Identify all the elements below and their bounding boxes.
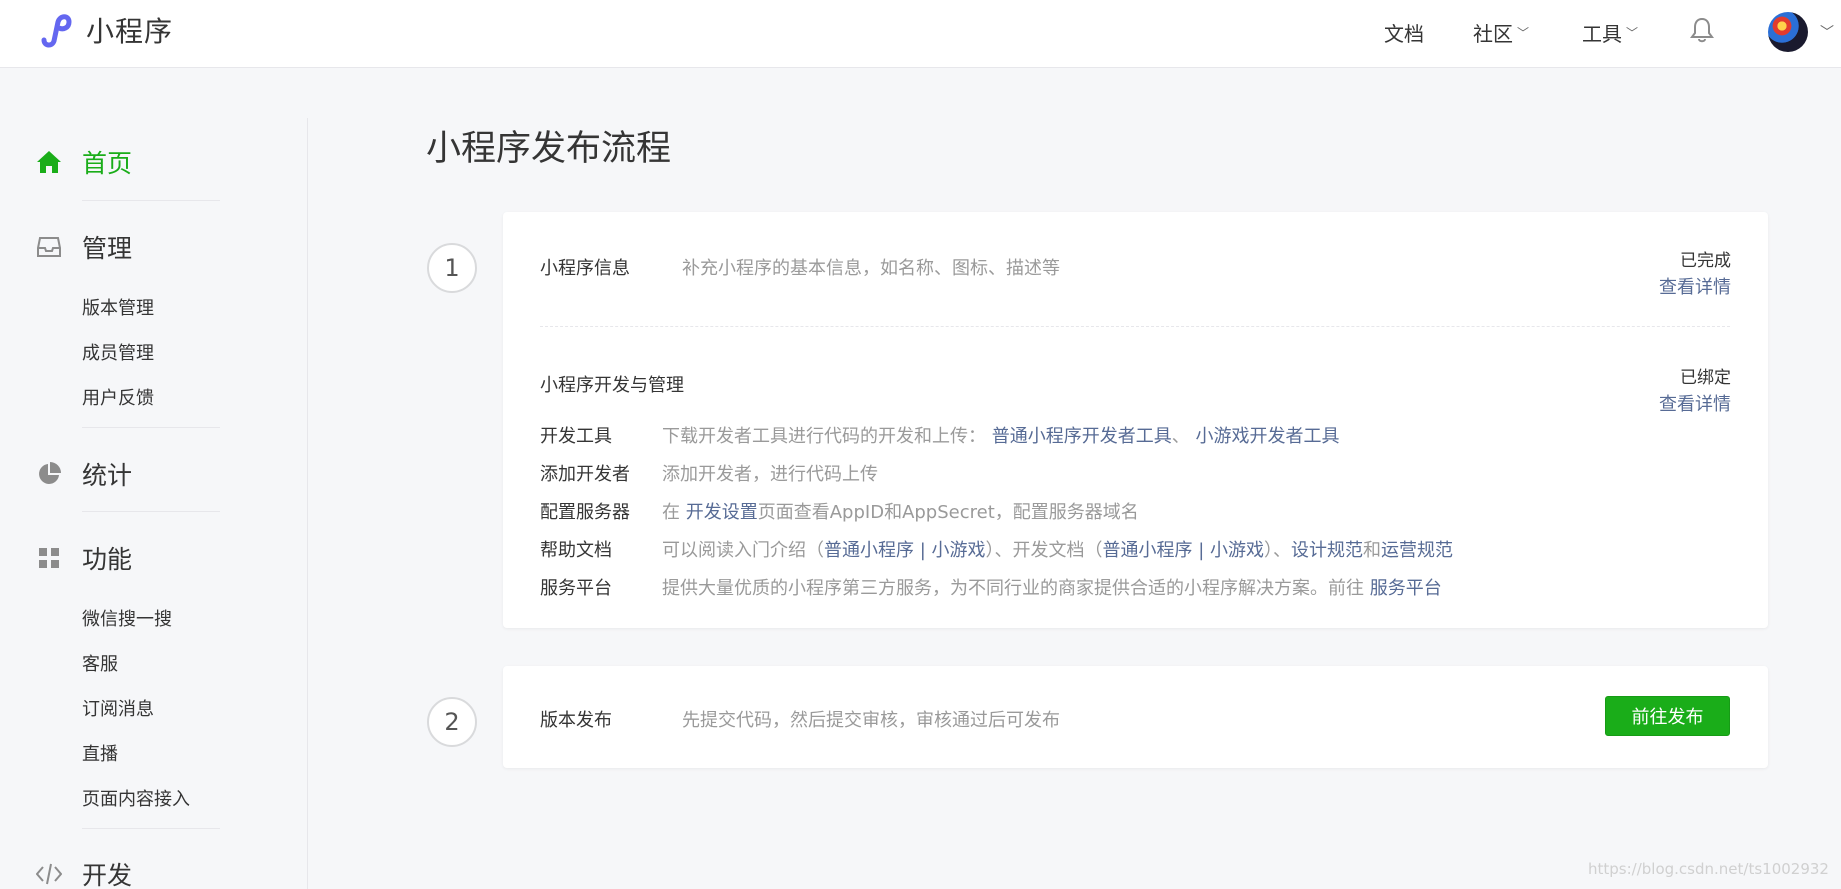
sidebar-item-label: 功能	[82, 545, 133, 574]
step-description: 先提交代码，然后提交审核，审核通过后可发布	[682, 710, 1060, 731]
pie-chart-icon	[36, 461, 62, 487]
view-details-link[interactable]: 查看详情	[1659, 273, 1731, 299]
sidebar-item-stats[interactable]: 统计	[36, 456, 132, 492]
row-label: 帮助文档	[540, 540, 612, 561]
row-text: 页面查看AppID和AppSecret，配置服务器域名	[757, 502, 1139, 523]
sidebar-item-home[interactable]: 首页	[36, 144, 132, 180]
minigame-devtools-link[interactable]: 小游戏开发者工具	[1195, 426, 1339, 447]
sidebar-item-manage[interactable]: 管理	[36, 229, 132, 265]
sidebar-item-customer-service[interactable]: 客服	[82, 650, 118, 676]
row-text: ）、开发文档（	[985, 540, 1103, 561]
chevron-down-icon[interactable]: ﹀	[1820, 22, 1834, 42]
row-content: 可以阅读入门介绍（普通小程序 | 小游戏）、开发文档（普通小程序 | 小游戏）、…	[662, 536, 1453, 562]
divider	[540, 326, 1730, 327]
step-card: 版本发布 先提交代码，然后提交审核，审核通过后可发布 前往发布	[503, 666, 1768, 768]
nav-community-label: 社区	[1473, 22, 1513, 46]
chevron-down-icon: ﹀	[1517, 26, 1530, 40]
sidebar-item-live[interactable]: 直播	[82, 740, 118, 766]
divider	[82, 511, 220, 512]
status-text: 已绑定	[1680, 368, 1731, 388]
design-guide-link[interactable]: 设计规范	[1291, 540, 1363, 561]
row-label: 配置服务器	[540, 502, 630, 523]
logo[interactable]: 小程序	[36, 10, 173, 50]
sidebar-item-member-manage[interactable]: 成员管理	[82, 339, 154, 365]
row-label: 服务平台	[540, 578, 612, 599]
view-details-link[interactable]: 查看详情	[1659, 390, 1731, 416]
sidebar-item-label: 开发	[82, 861, 133, 889]
row-content: 提供大量优质的小程序第三方服务，为不同行业的商家提供合适的小程序解决方案。前往 …	[662, 574, 1442, 600]
row-text: 在	[662, 502, 680, 523]
home-icon	[36, 149, 62, 175]
sidebar-item-features[interactable]: 功能	[36, 540, 132, 576]
intro-minigame-link[interactable]: 小游戏	[932, 540, 986, 561]
row-label: 开发工具	[540, 426, 612, 447]
row-text: 可以阅读入门介绍（	[662, 540, 824, 561]
step-description: 补充小程序的基本信息，如名称、图标、描述等	[682, 258, 1060, 279]
sidebar-item-dev[interactable]: 开发	[36, 856, 132, 889]
service-platform-link[interactable]: 服务平台	[1370, 578, 1442, 599]
row-label: 添加开发者	[540, 464, 630, 485]
sidebar-item-feedback[interactable]: 用户反馈	[82, 384, 154, 410]
sidebar-item-wechat-search[interactable]: 微信搜一搜	[82, 605, 172, 631]
intro-normal-link[interactable]: 普通小程序	[824, 540, 914, 561]
bell-icon[interactable]	[1690, 17, 1714, 47]
app-name: 小程序	[86, 15, 174, 48]
watermark: https://blog.csdn.net/ts1002932	[1588, 860, 1829, 878]
divider	[82, 427, 220, 428]
row-text: ）、	[1264, 540, 1292, 561]
operation-guide-link[interactable]: 运营规范	[1381, 540, 1453, 561]
sidebar-item-version-manage[interactable]: 版本管理	[82, 294, 154, 320]
normal-devtools-link[interactable]: 普通小程序开发者工具	[992, 426, 1172, 447]
nav-community[interactable]: 社区 ﹀	[1473, 18, 1529, 47]
separator-text: |	[914, 540, 932, 561]
inbox-icon	[36, 234, 62, 260]
step-number: 2	[427, 697, 477, 747]
docs-minigame-link[interactable]: 小游戏	[1210, 540, 1264, 561]
sidebar: 首页 管理 版本管理 成员管理 用户反馈 统计 功能 微信搜一搜 客服 订阅消息…	[0, 118, 308, 889]
step-name: 小程序信息	[540, 258, 630, 279]
row-content: 在 开发设置页面查看AppID和AppSecret，配置服务器域名	[662, 498, 1139, 524]
status-text: 已完成	[1680, 251, 1731, 271]
nav-docs-label: 文档	[1384, 22, 1424, 46]
step-name: 小程序开发与管理	[540, 375, 684, 396]
grid-icon	[36, 545, 62, 571]
user-avatar[interactable]	[1768, 12, 1808, 52]
go-publish-button[interactable]: 前往发布	[1605, 696, 1730, 736]
sidebar-item-label: 管理	[82, 234, 133, 263]
sidebar-item-label: 统计	[82, 461, 133, 490]
divider	[82, 200, 220, 201]
step-name: 版本发布	[540, 710, 612, 731]
sidebar-item-label: 首页	[82, 149, 133, 178]
sidebar-item-page-content[interactable]: 页面内容接入	[82, 785, 190, 811]
step-number: 1	[427, 243, 477, 293]
nav-tools[interactable]: 工具 ﹀	[1582, 18, 1638, 47]
row-text: 和	[1363, 540, 1382, 561]
divider	[82, 828, 220, 829]
chevron-down-icon: ﹀	[1626, 26, 1639, 40]
nav-docs[interactable]: 文档	[1384, 18, 1424, 47]
miniprogram-logo-icon	[41, 14, 72, 48]
row-text: 下载开发者工具进行代码的开发和上传：	[662, 426, 986, 447]
top-bar: 小程序 文档 社区 ﹀ 工具 ﹀ ﹀	[0, 0, 1841, 68]
code-icon	[36, 861, 62, 887]
step-card: 小程序信息 补充小程序的基本信息，如名称、图标、描述等 已完成 查看详情 小程序…	[503, 212, 1768, 628]
page-title: 小程序发布流程	[426, 129, 672, 169]
row-content: 下载开发者工具进行代码的开发和上传： 普通小程序开发者工具、 小游戏开发者工具	[662, 422, 1339, 448]
row-text: 提供大量优质的小程序第三方服务，为不同行业的商家提供合适的小程序解决方案。前往	[662, 578, 1364, 599]
separator-text: |	[1192, 540, 1211, 561]
sidebar-item-subscribe-message[interactable]: 订阅消息	[82, 695, 154, 721]
dev-settings-link[interactable]: 开发设置	[686, 502, 758, 523]
row-text: 添加开发者，进行代码上传	[662, 464, 878, 485]
docs-normal-link[interactable]: 普通小程序	[1103, 540, 1193, 561]
nav-tools-label: 工具	[1582, 22, 1622, 46]
separator-text: 、	[1171, 426, 1190, 447]
